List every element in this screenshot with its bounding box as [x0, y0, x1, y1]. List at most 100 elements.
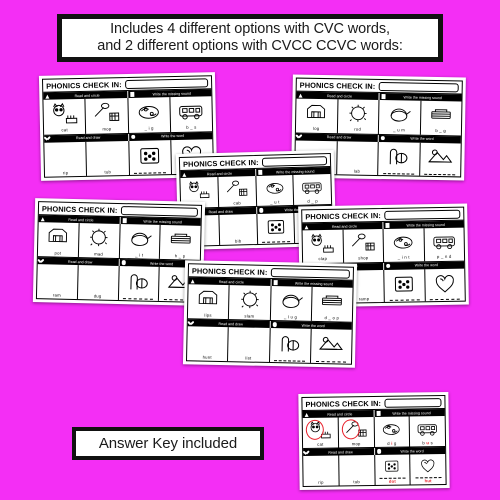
worksheet-cell[interactable]: cab — [218, 175, 257, 207]
worksheet-cell[interactable]: cat — [302, 417, 339, 448]
writing-line[interactable] — [430, 298, 461, 300]
worksheet-cell[interactable]: lab — [336, 140, 379, 176]
picture-clue-icon — [80, 224, 118, 251]
drawing-box[interactable] — [45, 142, 85, 170]
worksheet-cell[interactable]: shop — [343, 228, 385, 263]
drawing-box[interactable] — [38, 265, 76, 292]
worksheet-cell[interactable] — [118, 266, 160, 301]
writing-line[interactable] — [424, 173, 456, 175]
worksheet-cell[interactable]: rod — [337, 99, 380, 134]
worksheet-cell[interactable]: tub — [86, 140, 130, 176]
worksheet-cell[interactable]: ram — [36, 264, 79, 300]
worksheet-cell[interactable]: _ i g — [127, 97, 171, 133]
worksheet-cell[interactable]: pot — [37, 222, 80, 258]
worksheet-cell[interactable]: list — [228, 327, 271, 362]
worksheet-cell[interactable]: b _ s — [170, 96, 212, 131]
worksheet-cell[interactable]: d _ p — [294, 174, 332, 205]
writing-line[interactable] — [123, 297, 154, 300]
header-line-1: Includes 4 different options with CVC wo… — [110, 21, 390, 37]
worksheet-card[interactable]: PHONICS CHECK IN: Read and circle Write th… — [32, 198, 206, 306]
worksheet-cell[interactable]: b _ g — [420, 101, 461, 135]
word-label: dug — [93, 292, 102, 299]
worksheet-cell[interactable]: slam — [229, 285, 272, 321]
name-field[interactable] — [124, 78, 209, 90]
worksheet-card[interactable]: PHONICS CHECK IN: Read and circle Write th… — [182, 260, 358, 368]
worksheet-cell[interactable]: rip — [44, 141, 88, 177]
writing-line[interactable] — [389, 298, 420, 301]
worksheet-cell[interactable] — [311, 329, 352, 364]
worksheet-cell[interactable]: cat — [43, 98, 87, 135]
triangle-icon — [182, 172, 187, 177]
worksheet-cell[interactable]: dug — [77, 265, 120, 300]
worksheet-cell[interactable]: _ u t — [255, 175, 295, 206]
picture-clue-icon — [426, 269, 464, 298]
picture-clue-icon — [304, 419, 337, 442]
worksheet-cell[interactable]: h _ p — [160, 225, 201, 260]
picture-clue-icon — [39, 223, 77, 250]
heart-icon — [190, 321, 194, 325]
name-field[interactable] — [378, 81, 459, 93]
worksheet-cell[interactable]: hunt — [187, 326, 229, 362]
worksheet-cell[interactable]: p _ n d — [424, 228, 464, 261]
drawing-box[interactable] — [338, 142, 377, 169]
drawing-box[interactable] — [304, 457, 337, 480]
word-label: b u s — [422, 439, 433, 445]
drawing-box[interactable] — [340, 456, 373, 479]
name-field[interactable] — [384, 398, 442, 408]
square-icon — [273, 280, 278, 285]
worksheet-cell[interactable]: d _ o p — [312, 287, 353, 322]
name-field[interactable] — [261, 156, 328, 167]
worksheet-row: Read and circle Write the missing sound lo… — [295, 90, 462, 135]
writing-line[interactable] — [134, 171, 166, 174]
worksheet-cell[interactable]: b u s — [410, 416, 445, 446]
worksheet-cell[interactable] — [128, 139, 172, 175]
worksheet-cell[interactable] — [378, 141, 421, 176]
worksheet-cell[interactable]: mop — [338, 416, 375, 448]
worksheet-cell[interactable]: log — [295, 98, 338, 133]
drawing-box[interactable] — [88, 142, 128, 170]
writing-line[interactable] — [274, 359, 305, 362]
worksheet-cell[interactable]: _ i n t — [383, 228, 425, 262]
worksheet-cell[interactable] — [420, 142, 461, 176]
worksheet-cell[interactable]: dot — [374, 454, 411, 485]
worksheet-cell[interactable]: bib — [219, 213, 258, 245]
worksheet-cell[interactable]: tub — [338, 454, 376, 486]
writing-line[interactable] — [315, 360, 347, 363]
worksheet-cell[interactable]: hut — [410, 454, 445, 484]
worksheet-cell[interactable] — [256, 212, 296, 244]
name-field[interactable] — [270, 268, 350, 279]
worksheet-row: Read and circle Write the missing sound po… — [37, 214, 201, 260]
drawing-box[interactable] — [79, 266, 117, 293]
worksheet-cell[interactable]: lips — [187, 284, 230, 320]
worksheet-cell[interactable] — [269, 328, 312, 363]
drawing-box[interactable] — [229, 328, 268, 355]
worksheet-cell[interactable]: _ i t — [119, 224, 161, 259]
picture-clue-icon — [375, 418, 408, 441]
drawing-box[interactable] — [188, 327, 227, 354]
square-icon — [129, 92, 135, 97]
worksheet-cell[interactable]: mad — [78, 223, 121, 259]
word-label: cat — [317, 441, 324, 447]
worksheet-cell[interactable]: _ u m — [378, 100, 421, 135]
name-field[interactable] — [383, 209, 461, 220]
circle-icon — [130, 134, 136, 140]
section-header-label: Write the word — [410, 136, 434, 142]
worksheet-cell[interactable]: clap — [302, 229, 344, 263]
worksheet-cell[interactable]: _ l u g — [270, 286, 313, 321]
card-title: PHONICS CHECK IN: — [41, 204, 118, 215]
word-label: rod — [354, 126, 362, 132]
worksheet-card[interactable]: PHONICS CHECK IN: Read and circle Write th… — [298, 391, 450, 491]
worksheet-cell[interactable] — [384, 268, 426, 302]
name-field[interactable] — [120, 206, 199, 217]
picture-clue-icon — [87, 99, 127, 127]
worksheet-cell[interactable] — [425, 268, 465, 301]
worksheet-cell[interactable]: d i g — [374, 416, 411, 447]
writing-line[interactable] — [383, 172, 414, 175]
card-title: PHONICS CHECK IN: — [46, 80, 122, 91]
worksheet-cell[interactable]: rip — [303, 455, 340, 486]
drawing-box[interactable] — [220, 215, 255, 238]
worksheet-cell[interactable]: mop — [85, 97, 129, 134]
card-title: PHONICS CHECK IN: — [299, 80, 376, 91]
writing-line[interactable] — [262, 240, 290, 243]
worksheet-row: Read and circle Write the missing sound cl… — [302, 219, 465, 263]
